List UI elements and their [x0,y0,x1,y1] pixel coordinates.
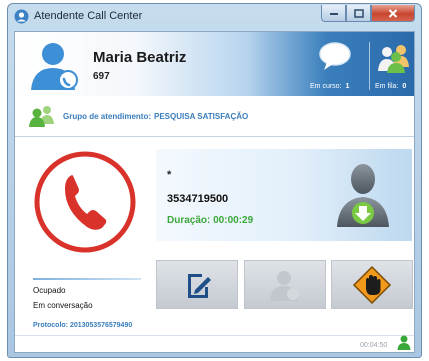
call-duration: Duração: 00:00:29 [167,215,254,226]
agent-status: Ocupado [33,286,66,295]
group-caption: Grupo de atendimento: [63,112,151,121]
caller-number: 3534719500 [167,193,229,205]
close-button[interactable] [371,5,415,22]
caller-name: * [167,169,172,181]
window-content: Maria Beatriz 697 Em curso:1 Em fila:0 [14,31,415,353]
queue-counter: Em fila: 0 [375,83,406,90]
header-divider [369,42,370,90]
edit-notes-icon [188,273,211,298]
service-group-value: PESQUISA SATISFAÇÃO [154,112,249,121]
stop-hand-icon [352,265,392,304]
transfer-button[interactable] [244,260,326,309]
agent-name: Maria Beatriz [93,49,187,66]
maximize-button[interactable] [346,5,371,22]
people-group-icon[interactable] [375,43,411,73]
agent-avatar-icon [31,43,78,90]
divider [15,136,414,137]
phone-busy-icon [34,151,136,253]
service-group-row: Grupo de atendimento: PESQUISA SATISFAÇÃO [15,105,414,129]
queue-count: 0 [402,83,407,90]
app-window: Atendente Call Center Maria Beatriz 697 [7,3,422,358]
minimize-button[interactable] [321,5,346,22]
close-icon [388,8,398,18]
protocol-number: Protocolo: 2013053576579490 [33,322,133,329]
in-progress-label: Em curso: [310,83,342,90]
window-controls [321,5,415,22]
service-group-label: Grupo de atendimento: PESQUISA SATISFAÇÃO [63,112,248,121]
caller-transfer-icon [337,164,389,227]
chat-bubble-icon[interactable] [318,40,352,72]
footer-divider [15,335,414,336]
notes-button[interactable] [156,260,238,309]
in-progress-counter: Em curso: 1 [310,83,349,90]
title-bar[interactable]: Atendente Call Center [8,4,421,30]
maximize-icon [353,8,364,18]
session-time: 00:04:50 [360,342,388,349]
group-icon [29,106,54,127]
in-progress-count: 1 [345,83,350,90]
call-info-panel: * 3534719500 Duração: 00:00:29 [156,149,412,241]
agent-header: Maria Beatriz 697 Em curso: 1 Em fila: 0 [15,32,414,96]
user-online-icon [397,335,411,350]
transfer-disabled-icon [270,270,299,301]
headset-app-icon [14,9,29,24]
hangup-button[interactable] [331,260,413,309]
queue-label: Em fila: [375,83,399,90]
agent-extension: 697 [93,71,110,82]
window-title: Atendente Call Center [34,10,143,22]
status-divider [33,278,141,280]
minimize-icon [329,13,338,15]
call-status: Em conversação [33,301,93,310]
